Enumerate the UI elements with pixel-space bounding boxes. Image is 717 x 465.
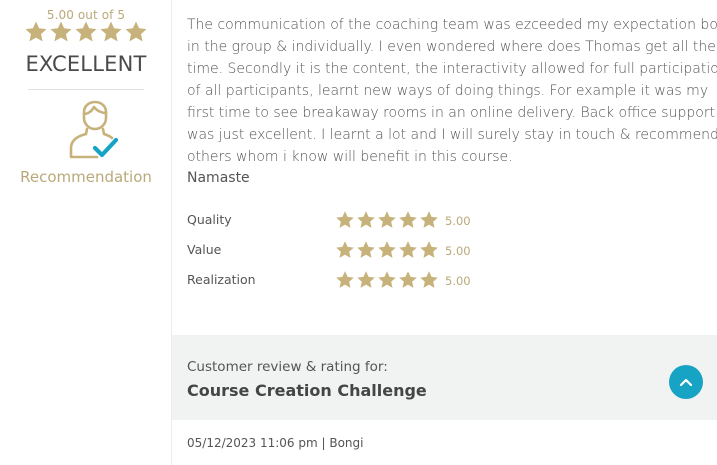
criterion-label: Value: [187, 242, 222, 257]
star-icon: [420, 211, 438, 228]
criterion-row-realization: Realization 5.00: [187, 268, 487, 298]
review-line: was just excellent. I learnt a lot and I…: [187, 127, 717, 143]
recommendation-label: Recommendation: [20, 168, 152, 186]
review-meta-band: Customer review & rating for: Course Cre…: [172, 335, 717, 420]
course-title[interactable]: Course Creation Challenge: [187, 381, 427, 400]
criteria-ratings: Quality 5.00 Value 5.00 Realization 5.00: [187, 208, 487, 298]
star-icon: [420, 241, 438, 258]
star-icon: [378, 211, 396, 228]
criterion-value: 5.00: [445, 244, 471, 258]
star-icon: [357, 211, 375, 228]
divider: [28, 89, 144, 90]
rating-summary-panel: 5.00 out of 5 EXCELLENT Recommendation: [0, 0, 172, 465]
star-icon: [25, 21, 47, 42]
star-icon: [378, 241, 396, 258]
criterion-stars: [335, 210, 439, 230]
summary-stars: [24, 20, 148, 48]
criterion-stars: [335, 240, 439, 260]
star-icon: [378, 271, 396, 288]
review-line: time. Secondly it is the content, the in…: [187, 61, 717, 77]
star-icon: [357, 271, 375, 288]
star-icon: [125, 21, 147, 42]
review-line: The communication of the coaching team w…: [187, 17, 717, 33]
review-line: in the group & individually. I even wond…: [187, 39, 716, 55]
review-caption: Customer review & rating for:: [187, 359, 388, 375]
review-line: first time to see breakaway rooms in an …: [187, 105, 716, 121]
scroll-to-top-button[interactable]: [669, 365, 703, 399]
star-icon: [75, 21, 97, 42]
star-icon: [336, 211, 354, 228]
review-line: of all participants, learnt new ways of …: [187, 83, 709, 99]
star-icon: [100, 21, 122, 42]
criterion-row-quality: Quality 5.00: [187, 208, 487, 238]
star-icon: [50, 21, 72, 42]
criterion-row-value: Value 5.00: [187, 238, 487, 268]
criterion-stars: [335, 270, 439, 290]
review-date-author: 05/12/2023 11:06 pm | Bongi: [187, 436, 364, 450]
star-icon: [336, 271, 354, 288]
criterion-label: Quality: [187, 212, 232, 227]
criterion-label: Realization: [187, 272, 256, 287]
star-icon: [399, 241, 417, 258]
star-icon: [357, 241, 375, 258]
rating-word: EXCELLENT: [25, 52, 147, 76]
star-icon: [336, 241, 354, 258]
review-line: others whom i know will benefit in this …: [187, 149, 513, 165]
review-text: The communication of the coaching team w…: [187, 14, 717, 168]
star-icon: [420, 271, 438, 288]
star-icon: [399, 211, 417, 228]
criterion-value: 5.00: [445, 214, 471, 228]
star-icon: [399, 271, 417, 288]
review-signoff: Namaste: [187, 170, 250, 186]
criterion-value: 5.00: [445, 274, 471, 288]
chevron-up-icon: [679, 378, 693, 387]
user-check-icon: [69, 100, 119, 159]
